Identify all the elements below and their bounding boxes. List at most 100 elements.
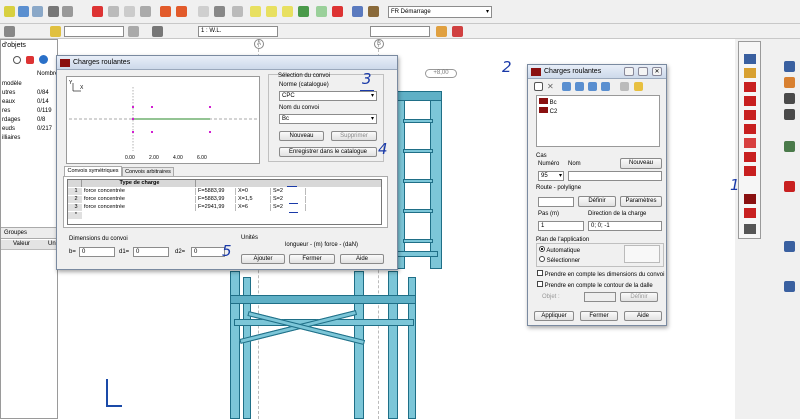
- view-icon[interactable]: [562, 82, 571, 91]
- zoom-out-icon[interactable]: [266, 6, 277, 17]
- radio-automatic[interactable]: Automatique: [539, 246, 580, 254]
- list-icon[interactable]: [575, 82, 584, 91]
- position-cell[interactable]: X=0: [236, 188, 271, 195]
- d1-input[interactable]: 0: [133, 247, 169, 257]
- radio-select[interactable]: Sélectionner: [539, 256, 580, 264]
- step-input[interactable]: 1: [538, 221, 584, 231]
- load-combination-icon[interactable]: [744, 224, 756, 234]
- moving-load-icon[interactable]: [744, 194, 756, 204]
- color-icon[interactable]: [436, 26, 447, 37]
- force-cell[interactable]: F=5883,99: [196, 188, 236, 195]
- load-table-icon[interactable]: [744, 208, 756, 218]
- steel-column[interactable]: [430, 99, 442, 269]
- convoy-name-select[interactable]: Bc ▾: [279, 114, 377, 124]
- width-cell[interactable]: S=2: [271, 204, 306, 211]
- list-item[interactable]: rdages: [2, 117, 20, 123]
- settings-icon[interactable]: [368, 6, 379, 17]
- paste-icon[interactable]: [634, 82, 643, 91]
- force-cell[interactable]: F=2941,99: [196, 204, 236, 211]
- case-field[interactable]: [370, 26, 430, 37]
- norm-select[interactable]: CPC ▾: [279, 91, 377, 101]
- add-button[interactable]: Ajouter: [241, 254, 285, 264]
- parameters-button[interactable]: Paramètres: [620, 196, 662, 207]
- close-icon[interactable]: ✕: [652, 67, 662, 76]
- print-icon[interactable]: [48, 6, 59, 17]
- list-item[interactable]: eaux: [2, 99, 15, 105]
- release-icon[interactable]: [784, 181, 795, 192]
- bar-force-icon[interactable]: [744, 96, 756, 106]
- checkbox-dims[interactable]: Prendre en compte les dimensions du conv…: [537, 270, 664, 278]
- cut-icon[interactable]: [620, 82, 629, 91]
- b-input[interactable]: 0: [79, 247, 115, 257]
- save-catalog-button[interactable]: Enregistrer dans le catalogue: [279, 147, 377, 157]
- line-icon[interactable]: [784, 93, 795, 104]
- list-item[interactable]: utres: [2, 90, 15, 96]
- load-case-icon[interactable]: [744, 68, 756, 78]
- new-case-button[interactable]: Nouveau: [620, 158, 662, 169]
- route-input[interactable]: [538, 197, 574, 207]
- load-type-cell[interactable]: force concentrée: [82, 196, 196, 203]
- checkbox-slab[interactable]: Prendre en compte le contour de la dalle: [537, 281, 653, 289]
- load-case-select[interactable]: FR Démarrage ▾: [388, 6, 492, 18]
- open-icon[interactable]: [18, 6, 29, 17]
- plane-select[interactable]: [624, 245, 660, 263]
- undo-icon[interactable]: [160, 6, 171, 17]
- apply-button[interactable]: Appliquer: [534, 311, 574, 321]
- select-icon[interactable]: [4, 26, 15, 37]
- define-object-button[interactable]: Définir: [620, 292, 658, 302]
- list-item[interactable]: res: [2, 108, 10, 114]
- help-button[interactable]: Aide: [624, 311, 662, 321]
- copy-icon[interactable]: [124, 6, 135, 17]
- position-cell[interactable]: X=6: [236, 204, 271, 211]
- direction-input[interactable]: 0; 0; -1: [588, 221, 662, 231]
- list-item[interactable]: modèle: [2, 81, 22, 87]
- filter-icon[interactable]: [128, 26, 139, 37]
- tab-groupes[interactable]: Groupes: [4, 230, 27, 236]
- support-icon[interactable]: [784, 141, 795, 152]
- zoom-in-icon[interactable]: [250, 6, 261, 17]
- steel-beam[interactable]: [395, 91, 442, 101]
- delete-icon[interactable]: [92, 6, 103, 17]
- pan-icon[interactable]: [298, 6, 309, 17]
- new-convoy-button[interactable]: Nouveau: [279, 131, 324, 141]
- pencil-icon[interactable]: [50, 26, 61, 37]
- thermal-load-icon[interactable]: [744, 138, 756, 148]
- new-icon[interactable]: [534, 82, 543, 91]
- surface-load-icon[interactable]: [744, 124, 756, 134]
- define-route-button[interactable]: Définir: [578, 196, 616, 207]
- bar-icon[interactable]: [784, 77, 795, 88]
- delete-icon[interactable]: ✕: [547, 82, 556, 91]
- layer-icon[interactable]: [152, 26, 163, 37]
- display-icon[interactable]: [198, 6, 209, 17]
- delete-convoy-button[interactable]: Supprimer: [331, 131, 377, 141]
- force-cell[interactable]: F=5883,99: [196, 196, 236, 203]
- minimize-icon[interactable]: [624, 67, 634, 76]
- pressure-icon[interactable]: [744, 166, 756, 176]
- tree-item-c2[interactable]: C2: [539, 107, 557, 115]
- steel-column[interactable]: [230, 271, 240, 419]
- close-button[interactable]: Fermer: [580, 311, 618, 321]
- width-cell[interactable]: S=2: [271, 196, 306, 203]
- new-icon[interactable]: [4, 6, 15, 17]
- calc-icon[interactable]: [352, 6, 363, 17]
- node-icon[interactable]: [784, 61, 795, 72]
- steel-beam[interactable]: [230, 295, 416, 304]
- load-type-cell[interactable]: force concentrée: [82, 188, 196, 195]
- search-icon[interactable]: [13, 56, 21, 64]
- save-icon[interactable]: [32, 6, 43, 17]
- list-item[interactable]: illiaires: [2, 135, 20, 141]
- tree-item-bc[interactable]: Bc: [539, 98, 557, 106]
- preview-icon[interactable]: [62, 6, 73, 17]
- material-icon[interactable]: [784, 281, 795, 292]
- list-item[interactable]: euds: [2, 126, 15, 132]
- steel-brace[interactable]: [403, 179, 433, 183]
- rotate-icon[interactable]: [316, 6, 327, 17]
- position-cell[interactable]: X=1,5: [236, 196, 271, 203]
- selection-field[interactable]: [64, 26, 124, 37]
- help-button[interactable]: Aide: [340, 254, 384, 264]
- window-icon[interactable]: [232, 6, 243, 17]
- polyline-icon[interactable]: [784, 109, 795, 120]
- tab-arbitrary[interactable]: Convois arbitraires: [122, 167, 174, 176]
- trapezoidal-load-icon[interactable]: [744, 110, 756, 120]
- steel-brace[interactable]: [403, 239, 433, 243]
